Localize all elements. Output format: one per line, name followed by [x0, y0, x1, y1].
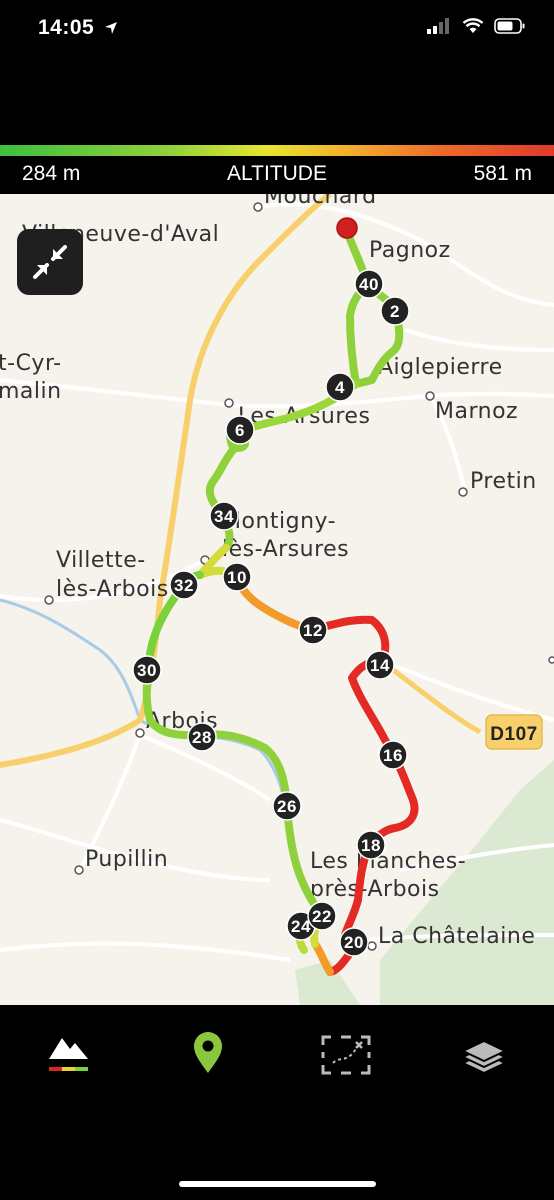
km-marker-label: 20: [344, 933, 364, 952]
altitude-label: ALTITUDE: [227, 162, 327, 185]
main-road: [378, 658, 482, 735]
place-label: près-Arbois: [310, 877, 440, 902]
tab-altitude-profile[interactable]: [34, 1025, 104, 1085]
place-label: t-Cyr-: [0, 351, 62, 376]
place-labels: Mouchard Pagnoz Villeneuve-d'Aval Aiglep…: [0, 194, 537, 949]
place-label: lès-Arbois: [56, 577, 169, 602]
bottom-tab-bar: [0, 1005, 554, 1200]
collapse-arrows-icon: [33, 245, 67, 279]
place-label: Aiglepierre: [378, 355, 503, 380]
km-marker-label: 12: [303, 621, 323, 640]
km-marker-label: 40: [359, 275, 379, 294]
km-marker-label: 6: [235, 421, 245, 440]
km-marker-label: 2: [390, 302, 400, 321]
place-label: Marnoz: [435, 399, 518, 424]
place-label: Montigny-: [222, 509, 336, 534]
tab-location[interactable]: [173, 1025, 243, 1085]
layers-icon: [460, 1039, 508, 1075]
km-marker-label: 10: [227, 568, 247, 587]
km-marker-label: 14: [370, 656, 390, 675]
altitude-max: 581 m: [473, 162, 532, 185]
place-label: Pagnoz: [369, 238, 451, 263]
km-marker-label: 18: [361, 836, 381, 855]
place-label: Pupillin: [85, 847, 168, 872]
wifi-icon: [462, 18, 483, 33]
tab-route-focus[interactable]: [311, 1025, 381, 1085]
place-label: Les Planches-: [310, 849, 466, 874]
cellular-signal-icon: [427, 18, 450, 34]
route-frame-icon: [321, 1035, 371, 1075]
place-label: La Châtelaine: [378, 924, 535, 949]
km-marker-label: 4: [335, 378, 345, 397]
place-label: malin: [0, 379, 62, 404]
map-view[interactable]: Mouchard Pagnoz Villeneuve-d'Aval Aiglep…: [0, 194, 554, 1005]
km-marker-label: 34: [214, 507, 234, 526]
mountain-icon: [49, 1038, 88, 1071]
status-bar: 14:05: [0, 0, 554, 60]
map-canvas[interactable]: Mouchard Pagnoz Villeneuve-d'Aval Aiglep…: [0, 194, 554, 1005]
route-start-point[interactable]: [336, 217, 358, 239]
road-shield-d107: D107: [485, 714, 543, 750]
home-indicator: [179, 1181, 376, 1187]
km-marker-label: 22: [312, 907, 332, 926]
km-marker-label: 32: [174, 576, 194, 595]
altitude-legend: 284 m ALTITUDE 581 m: [0, 156, 554, 194]
status-time: 14:05: [38, 16, 95, 39]
map-pin-icon: [194, 1032, 222, 1073]
place-label: Mouchard: [264, 194, 377, 209]
km-marker-label: 28: [192, 728, 212, 747]
km-marker-label: 26: [277, 797, 297, 816]
location-arrow-icon: [105, 22, 117, 34]
place-label: lès-Arsures: [222, 537, 349, 562]
collapse-map-button[interactable]: [17, 229, 83, 295]
place-label: Villette-: [56, 548, 146, 573]
svg-text:D107: D107: [490, 724, 537, 745]
km-marker-label: 30: [137, 661, 157, 680]
km-marker-label: 16: [383, 746, 403, 765]
place-label: Pretin: [470, 469, 537, 494]
altitude-gradient-bar: [0, 145, 554, 156]
tab-layers[interactable]: [449, 1025, 519, 1085]
battery-icon: [494, 18, 525, 34]
